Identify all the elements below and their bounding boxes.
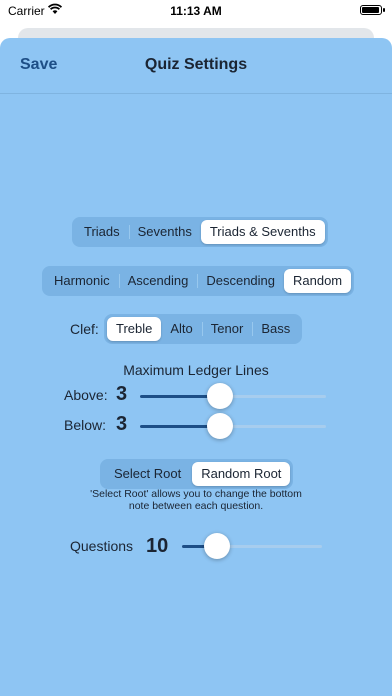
above-value: 3 bbox=[116, 383, 128, 405]
root-segmented-control: Select Root Random Root bbox=[100, 459, 294, 489]
settings-sheet: Save Quiz Settings Triads Sevenths Triad… bbox=[0, 38, 392, 696]
chord-type-segmented-control: Triads Sevenths Triads & Sevenths bbox=[72, 217, 328, 247]
below-label: Below: bbox=[64, 417, 107, 433]
segment-ascending[interactable]: Ascending bbox=[118, 269, 198, 293]
segment-sevenths[interactable]: Sevenths bbox=[128, 220, 201, 244]
below-slider[interactable] bbox=[140, 413, 326, 439]
root-help-text: 'Select Root' allows you to change the b… bbox=[90, 488, 302, 512]
above-label: Above: bbox=[64, 387, 108, 403]
segment-treble[interactable]: Treble bbox=[107, 317, 162, 341]
segment-triads-and-sevenths[interactable]: Triads & Sevenths bbox=[200, 220, 325, 244]
segment-random-root[interactable]: Random Root bbox=[192, 462, 291, 486]
page-title: Quiz Settings bbox=[144, 56, 248, 73]
questions-label: Questions bbox=[70, 538, 134, 554]
navigation-bar: Save Quiz Settings bbox=[0, 38, 392, 94]
segment-alto[interactable]: Alto bbox=[161, 317, 201, 341]
segment-bass[interactable]: Bass bbox=[252, 317, 299, 341]
segment-triads[interactable]: Triads bbox=[75, 220, 129, 244]
ledger-lines-heading: Maximum Ledger Lines bbox=[123, 362, 269, 378]
below-slider-thumb[interactable] bbox=[206, 413, 233, 439]
play-mode-segmented-control: Harmonic Ascending Descending Random bbox=[42, 266, 355, 296]
clef-label: Clef: bbox=[70, 321, 99, 337]
status-bar: Carrier 11:13 AM bbox=[0, 0, 392, 22]
below-value: 3 bbox=[116, 413, 128, 435]
above-slider-thumb[interactable] bbox=[206, 383, 233, 409]
segment-tenor[interactable]: Tenor bbox=[201, 317, 253, 341]
segment-select-root[interactable]: Select Root bbox=[103, 462, 192, 486]
above-slider[interactable] bbox=[140, 383, 326, 409]
segment-random[interactable]: Random bbox=[284, 269, 352, 293]
segment-harmonic[interactable]: Harmonic bbox=[45, 269, 119, 293]
clef-segmented-control: Treble Alto Tenor Bass bbox=[104, 314, 303, 344]
battery-icon bbox=[360, 5, 385, 15]
questions-slider-thumb[interactable] bbox=[204, 533, 230, 559]
questions-value: 10 bbox=[146, 535, 169, 557]
questions-slider[interactable] bbox=[182, 533, 322, 559]
status-time: 11:13 AM bbox=[170, 4, 222, 18]
segment-descending[interactable]: Descending bbox=[197, 269, 284, 293]
